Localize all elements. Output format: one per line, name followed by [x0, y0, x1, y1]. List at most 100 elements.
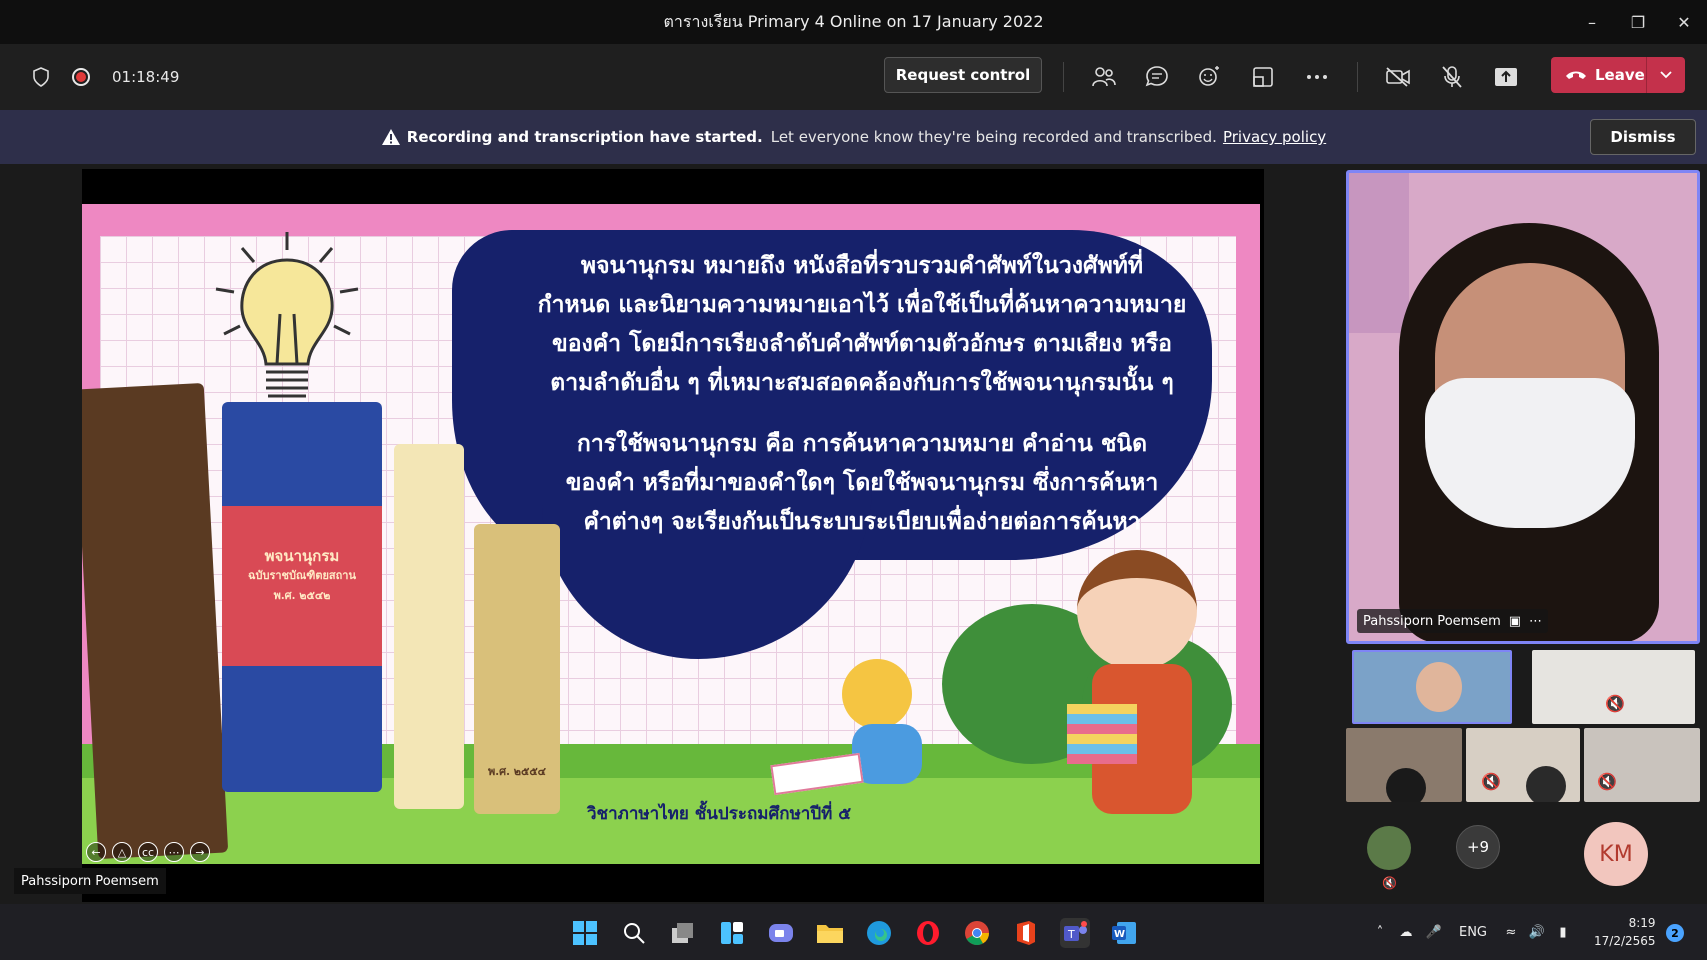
svg-text:W: W: [1114, 929, 1125, 940]
restore-icon[interactable]: ❐: [1615, 0, 1661, 44]
participant-thumbnail[interactable]: 🔇: [1466, 728, 1580, 802]
teams-chat-icon[interactable]: [766, 918, 796, 948]
video-background-shelf: [1349, 173, 1409, 333]
slide-paragraph-definition: พจนานุกรม หมายถึง หนังสือที่รวบรวมคำศัพท…: [522, 246, 1202, 402]
window-title: ตารางเรียน Primary 4 Online on 17 Januar…: [663, 11, 1044, 31]
windows-start-icon[interactable]: [570, 918, 600, 948]
book-year: พ.ศ. ๒๕๕๔: [488, 765, 546, 778]
slide-line: กำหนด และนิยามความหมายเอาไว้ เพื่อใช้เป็…: [537, 291, 1187, 318]
main-participant-video[interactable]: Pahssiporn Poemsem ▣ ⋯: [1346, 170, 1700, 644]
meeting-toolbar: 01:18:49 Request control Leave: [0, 44, 1707, 110]
battery-icon[interactable]: ▮: [1550, 925, 1576, 940]
volume-icon[interactable]: 🔊: [1524, 925, 1550, 940]
opera-icon[interactable]: [913, 918, 943, 948]
people-icon[interactable]: [1090, 63, 1118, 91]
mic-off-icon[interactable]: [1438, 63, 1466, 91]
participant-avatar[interactable]: [1367, 826, 1411, 870]
participant-thumbnail[interactable]: 🔇: [1532, 650, 1695, 724]
shared-slide: พจนานุกรม หมายถึง หนังสือที่รวบรวมคำศัพท…: [82, 204, 1260, 864]
widgets-icon[interactable]: [717, 918, 747, 948]
warning-icon: [381, 129, 400, 145]
arrow-left-icon[interactable]: ←: [86, 842, 106, 862]
dictionary-book-brown: [82, 382, 229, 860]
child-reading-head: [842, 659, 912, 729]
chevron-down-icon[interactable]: [1647, 71, 1685, 79]
dictionary-book-cream: [394, 444, 464, 809]
book-year: พ.ศ. ๒๕๔๒: [273, 589, 331, 602]
edge-icon[interactable]: [864, 918, 894, 948]
reactions-icon[interactable]: [1196, 63, 1224, 91]
participant-thumbnail[interactable]: 🔇: [1584, 728, 1700, 802]
participant-name: Pahssiporn Poemsem: [1363, 613, 1501, 629]
mic-off-icon: 🔇: [1382, 876, 1397, 890]
participant-initials-avatar[interactable]: KM: [1584, 822, 1648, 886]
mic-off-icon: 🔇: [1605, 693, 1625, 713]
chat-icon[interactable]: [1143, 63, 1171, 91]
wifi-icon[interactable]: ≈: [1498, 925, 1524, 940]
slide-line: ของคำ หรือที่มาของคำใดๆ โดยใช้พจนานุกรม …: [565, 469, 1159, 496]
banner-text: Let everyone know they're being recorded…: [770, 128, 1217, 146]
window-controls: – ❐ ✕: [1569, 0, 1707, 44]
slide-line: ตามลำดับอื่น ๆ ที่เหมาะสมสอดคล้องกับการใ…: [550, 369, 1174, 396]
presenter-name-tag: Pahssiporn Poemsem: [14, 868, 166, 894]
onedrive-icon[interactable]: ☁: [1392, 925, 1420, 940]
more-icon[interactable]: [1303, 63, 1331, 91]
slide-line: พจนานุกรม หมายถึง หนังสือที่รวบรวมคำศัพท…: [580, 252, 1144, 279]
captions-icon[interactable]: cc: [138, 842, 158, 862]
child-standing-head: [1077, 550, 1197, 670]
clock-date: 17/2/2565: [1594, 934, 1656, 948]
svg-text:T: T: [1067, 928, 1075, 941]
chrome-icon[interactable]: [962, 918, 992, 948]
file-explorer-icon[interactable]: [815, 918, 845, 948]
slide-line: คำต่างๆ จะเรียงกันเป็นระบบระเบียบเพื่อง่…: [583, 508, 1141, 535]
task-view-icon[interactable]: [668, 918, 698, 948]
slide-line: ของคำ โดยมีการเรียงลำดับคำศัพท์ตามตัวอัก…: [552, 330, 1172, 357]
windows-taskbar: T W ˄ ☁ 🎤 ENG ≈ 🔊 ▮ 8:19 17/2/2565: [0, 904, 1707, 960]
clock-time: 8:19: [1628, 916, 1656, 930]
video-person-mask: [1425, 378, 1635, 528]
phone-hangup-icon: [1566, 71, 1586, 79]
stack-of-books: [1067, 704, 1137, 764]
search-icon[interactable]: [619, 918, 649, 948]
arrow-right-icon[interactable]: →: [190, 842, 210, 862]
request-control-button[interactable]: Request control: [884, 57, 1042, 93]
dictionary-book-blue: พจนานุกรม ฉบับราชบัณฑิตยสถาน พ.ศ. ๒๕๔๒: [222, 402, 382, 792]
pointer-icon[interactable]: △: [112, 842, 132, 862]
lightbulb-icon: [215, 232, 359, 398]
privacy-policy-link[interactable]: Privacy policy: [1223, 128, 1326, 146]
more-icon[interactable]: ⋯: [1529, 614, 1542, 629]
leave-button[interactable]: Leave: [1551, 57, 1685, 93]
mic-off-icon: 🔇: [1597, 771, 1617, 791]
slide-line: การใช้พจนานุกรม คือ การค้นหาความหมาย คำอ…: [576, 430, 1148, 457]
teams-icon[interactable]: T: [1060, 918, 1090, 948]
slide-caption: วิชาภาษาไทย ชั้นประถมศึกษาปีที่ ๕: [587, 804, 852, 824]
language-indicator[interactable]: ENG: [1448, 925, 1498, 940]
more-participants-button[interactable]: +9: [1456, 825, 1500, 869]
participant-thumbnail[interactable]: [1352, 650, 1512, 724]
record-icon: [72, 68, 90, 86]
minimize-icon[interactable]: –: [1569, 0, 1615, 44]
dismiss-button[interactable]: Dismiss: [1590, 119, 1696, 155]
word-icon[interactable]: W: [1109, 918, 1139, 948]
thumbnail-face: [1416, 662, 1462, 712]
notification-badge[interactable]: 2: [1666, 924, 1684, 942]
camera-off-icon[interactable]: [1384, 63, 1412, 91]
banner-title: Recording and transcription have started…: [406, 128, 763, 146]
taskbar-clock[interactable]: 8:19 17/2/2565: [1594, 914, 1656, 950]
rooms-icon[interactable]: [1249, 63, 1277, 91]
slide-paragraph-usage: การใช้พจนานุกรม คือ การค้นหาความหมาย คำอ…: [542, 424, 1182, 541]
shield-icon[interactable]: [32, 67, 50, 87]
participant-thumbnail[interactable]: [1346, 728, 1462, 802]
mic-off-icon: 🔇: [1481, 771, 1501, 791]
book-subtitle: ฉบับราชบัณฑิตยสถาน: [248, 569, 356, 582]
close-icon[interactable]: ✕: [1661, 0, 1707, 44]
leave-label: Leave: [1595, 66, 1645, 84]
pin-icon[interactable]: ▣: [1509, 614, 1521, 629]
microphone-icon[interactable]: 🎤: [1420, 925, 1448, 940]
office-icon[interactable]: [1011, 918, 1041, 948]
more-icon[interactable]: ⋯: [164, 842, 184, 862]
title-bar: ตารางเรียน Primary 4 Online on 17 Januar…: [0, 0, 1707, 44]
share-controls: ← △ cc ⋯ →: [86, 842, 210, 862]
share-icon[interactable]: [1492, 63, 1520, 91]
chevron-up-icon[interactable]: ˄: [1368, 925, 1392, 940]
